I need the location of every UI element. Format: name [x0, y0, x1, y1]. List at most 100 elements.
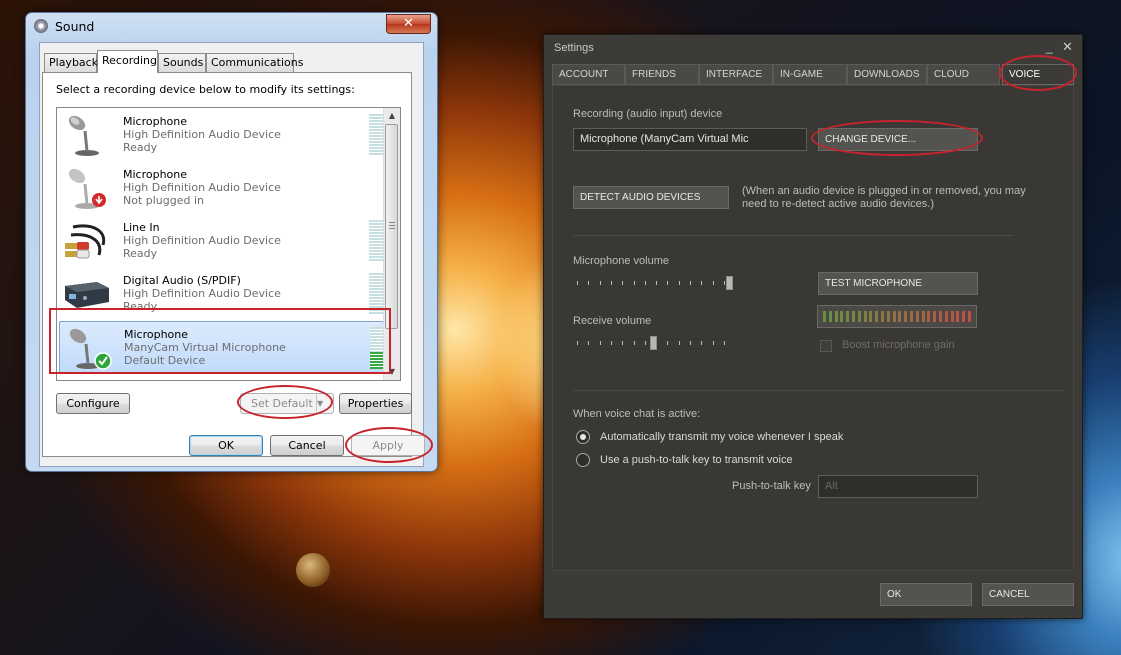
scroll-up-arrow-icon[interactable]: ▲ [384, 108, 400, 124]
device-status: Ready [123, 300, 158, 313]
ok-button[interactable]: OK [189, 435, 263, 456]
detect-audio-devices-button[interactable]: DETECT AUDIO DEVICES [573, 186, 729, 209]
boost-mic-checkbox[interactable] [820, 340, 832, 352]
vu-bar [921, 311, 925, 322]
slider-tick [656, 281, 658, 285]
cancel-button[interactable]: CANCEL [982, 583, 1074, 606]
slider-tick [678, 281, 680, 285]
receive-volume-label: Receive volume [573, 315, 652, 327]
ok-button[interactable]: OK [880, 583, 972, 606]
scrollbar[interactable]: ▲ ▼ [383, 108, 400, 380]
list-item[interactable]: Line In High Definition Audio Device Rea… [59, 215, 384, 267]
vu-bar [898, 311, 902, 322]
close-button[interactable]: ✕ [386, 14, 431, 34]
list-item[interactable]: Microphone High Definition Audio Device … [59, 109, 384, 161]
divider [573, 235, 1013, 236]
radio-auto-transmit[interactable] [576, 430, 590, 444]
vu-bar [863, 311, 867, 322]
minimize-button[interactable]: _ [1046, 40, 1056, 54]
tab-playback[interactable]: Playback [44, 53, 98, 72]
device-name: Line In [123, 221, 160, 234]
slider-tick [588, 341, 590, 345]
ptt-key-field[interactable]: Alt [818, 475, 978, 498]
slider-tick [701, 281, 703, 285]
tab-friends[interactable]: FRIENDS [625, 64, 699, 85]
vu-bar [927, 311, 931, 322]
slider-tick [712, 281, 714, 285]
tab-in-game[interactable]: IN-GAME [773, 64, 847, 85]
slider-tick [723, 341, 725, 345]
mic-level-meter [817, 305, 977, 328]
vu-bar [910, 311, 913, 322]
level-meter [369, 220, 383, 262]
vu-bar [840, 311, 844, 322]
receive-volume-slider[interactable] [573, 336, 733, 350]
list-item[interactable]: Digital Audio (S/PDIF) High Definition A… [59, 268, 384, 320]
tab-voice[interactable]: VOICE [1002, 64, 1074, 85]
slider-tick [599, 281, 601, 285]
level-meter [369, 273, 383, 315]
device-name: Microphone [123, 168, 188, 181]
cancel-button[interactable]: Cancel [270, 435, 344, 456]
slider-tick [667, 281, 669, 285]
test-microphone-button[interactable]: TEST MICROPHONE [818, 272, 978, 295]
slider-tick [622, 341, 624, 345]
vu-bar [846, 311, 850, 322]
slider-thumb[interactable] [726, 276, 733, 290]
list-item-selected[interactable]: Microphone ManyCam Virtual Microphone De… [59, 321, 384, 373]
device-list[interactable]: Microphone High Definition Audio Device … [56, 107, 401, 381]
configure-button[interactable]: Configure [56, 393, 130, 414]
tab-downloads[interactable]: DOWNLOADS [847, 64, 927, 85]
slider-tick [712, 341, 714, 345]
slider-tick [577, 341, 578, 345]
vu-bar [869, 311, 873, 322]
vu-bar [968, 311, 971, 322]
device-description: High Definition Audio Device [123, 128, 281, 141]
scrollbar-thumb[interactable] [385, 124, 398, 329]
properties-button[interactable]: Properties [339, 393, 412, 414]
device-status: Ready [123, 141, 158, 154]
voice-panel: Recording (audio input) device Microphon… [552, 85, 1074, 571]
tab-account[interactable]: ACCOUNT [552, 64, 625, 85]
level-meter [369, 114, 383, 156]
slider-tick [599, 341, 601, 345]
scroll-down-arrow-icon[interactable]: ▼ [384, 364, 400, 380]
speaker-icon [34, 19, 48, 33]
slider-tick [701, 341, 703, 345]
vu-bar [834, 311, 838, 322]
line-in-cable-icon [65, 224, 106, 259]
slider-thumb[interactable] [649, 336, 657, 350]
slider-tick [690, 281, 691, 285]
device-name: Microphone [123, 115, 188, 128]
radio-push-to-talk[interactable] [576, 453, 590, 467]
radio-auto-transmit-label: Automatically transmit my voice whenever… [600, 431, 844, 443]
detect-note: (When an audio device is plugged in or r… [742, 185, 1026, 210]
vu-bar [956, 311, 960, 322]
slider-tick [644, 341, 646, 345]
voice-active-label: When voice chat is active: [573, 408, 701, 420]
tab-recording[interactable]: Recording [97, 50, 158, 73]
vu-bar [828, 311, 832, 322]
window-title: Settings [554, 42, 594, 54]
vu-bar [950, 311, 954, 322]
mic-volume-slider[interactable] [573, 276, 733, 290]
tab-sounds[interactable]: Sounds [158, 53, 206, 72]
tab-communications[interactable]: Communications [206, 53, 303, 72]
microphone-icon [68, 115, 99, 156]
microphone-default-icon [69, 328, 112, 370]
dropdown-arrow-icon[interactable]: ▼ [316, 394, 333, 413]
recording-device-field[interactable]: Microphone (ManyCam Virtual Mic [573, 128, 807, 151]
slider-tick [633, 341, 635, 345]
set-default-button[interactable]: Set Default ▼ [240, 393, 334, 414]
vu-bar [852, 311, 855, 322]
vu-bar [915, 311, 919, 322]
vu-bar [939, 311, 942, 322]
close-button[interactable]: ✕ [1062, 39, 1073, 55]
apply-button[interactable]: Apply [351, 435, 425, 456]
divider [573, 390, 1063, 391]
tab-interface[interactable]: INTERFACE [699, 64, 773, 85]
tab-cloud[interactable]: CLOUD [927, 64, 1000, 85]
change-device-button[interactable]: CHANGE DEVICE... [818, 128, 978, 151]
list-item[interactable]: Microphone High Definition Audio Device … [59, 162, 384, 214]
slider-tick [723, 281, 725, 285]
